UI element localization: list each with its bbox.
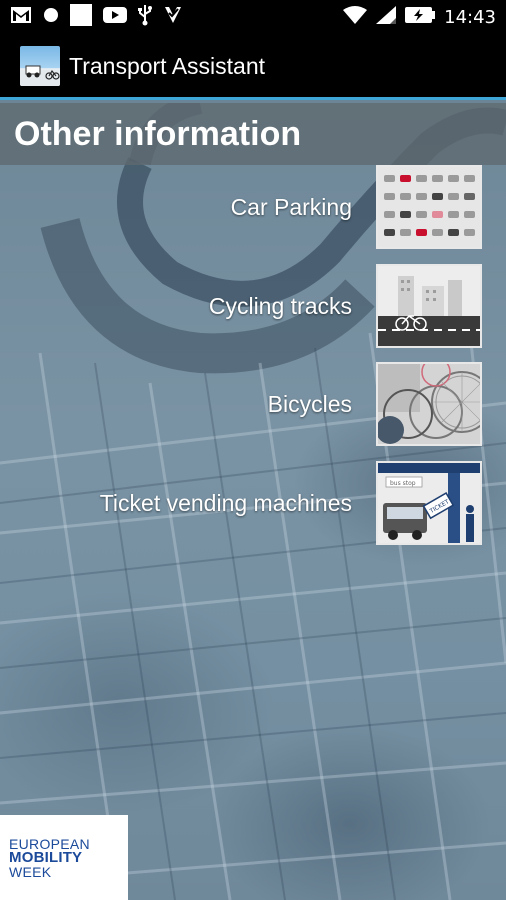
status-bar: 14:43 [0, 0, 506, 35]
system-icons: 14:43 [343, 6, 496, 29]
menu-item-ticket-vending-machines[interactable]: Ticket vending machines bus stop TICKET [0, 461, 506, 545]
youtube-icon [103, 6, 127, 29]
square-notification-icon [70, 4, 92, 31]
svg-text:bus stop: bus stop [390, 480, 416, 487]
status-time: 14:43 [444, 7, 496, 28]
logo-line-mobility: MOBILITY [9, 849, 83, 866]
menu-item-car-parking[interactable]: Car Parking [0, 165, 506, 249]
european-mobility-week-logo: EUROPEAN MOBILITY WEEK [0, 815, 128, 900]
app-title: Transport Assistant [69, 52, 266, 79]
battery-charging-icon [405, 7, 436, 28]
menu-item-label: Cycling tracks [208, 292, 352, 319]
menu-item-bicycles[interactable]: Bicycles [0, 362, 506, 446]
bicycles-icon [376, 362, 482, 446]
app-logo-icon[interactable] [20, 46, 60, 86]
wifi-icon [343, 6, 368, 29]
car-parking-icon [376, 165, 482, 249]
section-title: Other information [14, 114, 302, 153]
section-header: Other information [0, 103, 506, 165]
cell-signal-icon [376, 6, 397, 29]
circle-notification-icon [43, 7, 59, 28]
logo-line-week: WEEK [9, 864, 52, 880]
menu-item-label: Ticket vending machines [99, 489, 352, 516]
notification-icons [10, 4, 183, 31]
menu-item-cycling-tracks[interactable]: Cycling tracks [0, 264, 506, 348]
menu-item-label: Car Parking [230, 193, 352, 220]
gmail-icon [10, 6, 32, 29]
app-bar: Transport Assistant [0, 35, 506, 100]
check-notification-icon [163, 5, 183, 30]
cycling-tracks-icon [376, 264, 482, 348]
ticket-vending-icon: bus stop TICKET [376, 461, 482, 545]
menu-item-label: Bicycles [267, 390, 352, 417]
usb-icon [138, 4, 152, 31]
